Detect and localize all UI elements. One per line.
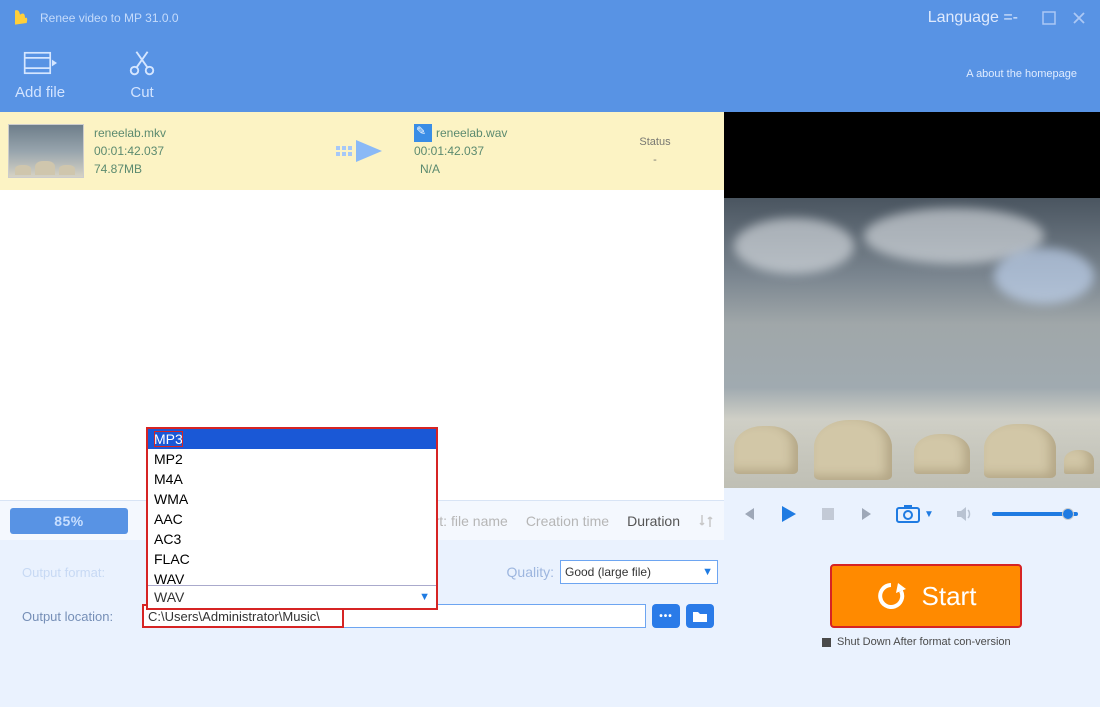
app-title: Renee video to MP 31.0.0 — [40, 11, 179, 25]
edit-output-icon[interactable] — [414, 124, 432, 142]
output-format-label: Output format: — [22, 565, 142, 580]
preview-image — [724, 198, 1100, 514]
add-file-button[interactable]: Add file — [15, 48, 65, 101]
snapshot-button[interactable]: ▼ — [896, 504, 934, 524]
status-value: - — [594, 154, 716, 166]
file-row[interactable]: reneelab.mkv 00:01:42.037 74.87MB reneel… — [0, 112, 724, 190]
about-link[interactable]: A about the homepage — [966, 68, 1077, 80]
format-option-m4a[interactable]: M4A — [148, 469, 436, 489]
prev-track-button[interactable] — [736, 502, 760, 526]
add-file-label: Add file — [15, 84, 65, 101]
mute-button[interactable] — [952, 502, 976, 526]
source-size: 74.87MB — [94, 160, 314, 178]
scissors-icon — [125, 48, 159, 78]
checkbox-icon — [822, 638, 831, 647]
format-option-aac[interactable]: AAC — [148, 509, 436, 529]
source-duration: 00:01:42.037 — [94, 142, 314, 160]
sort-by-duration[interactable]: Duration — [627, 513, 680, 529]
convert-arrow-icon — [336, 136, 392, 166]
sort-order-icon[interactable] — [698, 513, 714, 529]
play-button[interactable] — [776, 502, 800, 526]
dest-filename: reneelab.wav — [436, 126, 507, 140]
next-track-button[interactable] — [856, 502, 880, 526]
maximize-button[interactable] — [1038, 7, 1060, 29]
film-add-icon — [23, 48, 57, 78]
source-thumbnail — [8, 124, 84, 178]
format-option-wma[interactable]: WMA — [148, 489, 436, 509]
open-folder-button[interactable] — [686, 604, 714, 628]
shutdown-checkbox[interactable]: Shut Down After format con-version — [822, 636, 1042, 648]
cut-label: Cut — [130, 84, 153, 101]
chevron-down-icon: ▼ — [419, 591, 430, 603]
dest-duration: 00:01:42.037 — [414, 142, 594, 160]
format-option-mp3[interactable]: MP3 — [148, 429, 436, 449]
volume-slider[interactable] — [992, 512, 1078, 516]
chevron-down-icon: ▼ — [702, 566, 713, 578]
start-button[interactable]: Start — [830, 564, 1022, 628]
chevron-down-icon: ▼ — [924, 509, 934, 520]
status-header: Status — [594, 136, 716, 148]
quality-label: Quality: — [494, 564, 554, 580]
format-option-ac3[interactable]: AC3 — [148, 529, 436, 549]
language-label[interactable]: Language =- — [928, 9, 1018, 27]
browse-location-button[interactable]: ••• — [652, 604, 680, 628]
format-option-mp2[interactable]: MP2 — [148, 449, 436, 469]
source-filename: reneelab.mkv — [94, 124, 314, 142]
sort-by-creation-time[interactable]: Creation time — [526, 513, 609, 529]
cut-button[interactable]: Cut — [125, 48, 159, 101]
output-format-current[interactable]: WAV ▼ — [148, 585, 436, 608]
refresh-icon — [876, 581, 906, 611]
quality-select[interactable]: Good (large file) ▼ — [560, 560, 718, 584]
format-option-flac[interactable]: FLAC — [148, 549, 436, 569]
sort-by-filename[interactable]: file name — [451, 513, 508, 529]
zoom-indicator[interactable]: 85% — [10, 508, 128, 534]
format-option-wav[interactable]: WAV — [148, 569, 436, 585]
close-button[interactable] — [1068, 7, 1090, 29]
app-logo-icon — [10, 8, 30, 28]
output-format-dropdown[interactable]: MP3MP2M4AWMAAACAC3FLACWAV WAV ▼ — [146, 427, 438, 610]
output-location-label: Output location: — [22, 609, 142, 624]
stop-button[interactable] — [816, 502, 840, 526]
dest-size: N/A — [414, 160, 594, 178]
